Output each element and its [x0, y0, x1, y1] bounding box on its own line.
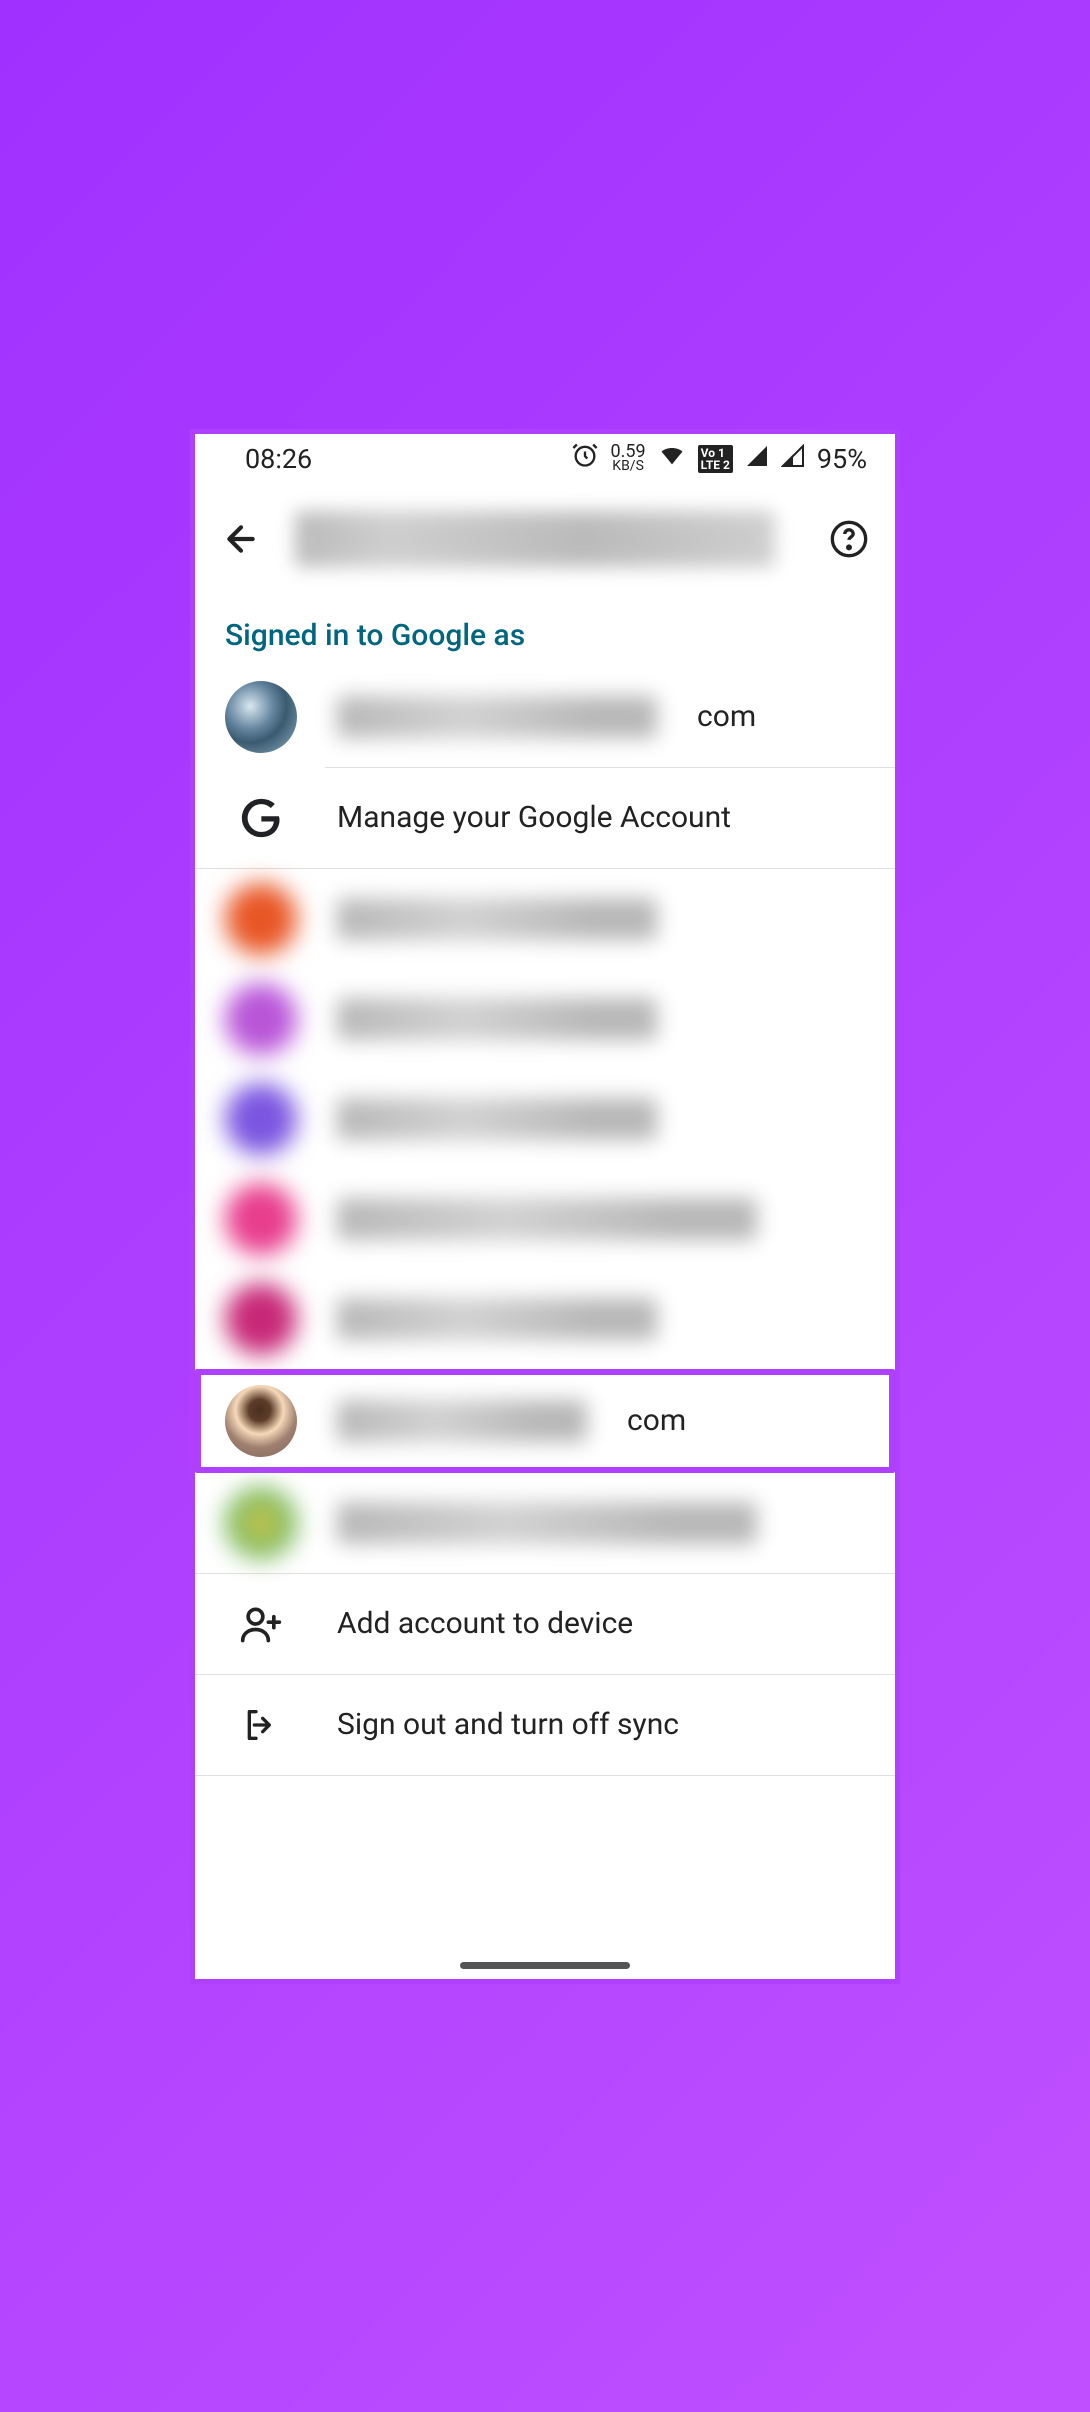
account-row[interactable]: [195, 1169, 895, 1269]
account-row[interactable]: [195, 1269, 895, 1369]
net-speed-indicator: 0.59 KB/S: [611, 444, 646, 473]
phone-frame: 08:26 0.59 KB/S Vo 1LTE 2 95%: [190, 429, 900, 1984]
signed-in-label: Signed in to Google as: [195, 594, 895, 667]
back-button[interactable]: [219, 517, 263, 561]
account-email-redacted: [337, 1198, 757, 1240]
signal-icon-2: [781, 443, 805, 475]
signal-icon: [745, 443, 769, 475]
account-email-redacted: [337, 898, 657, 940]
app-bar: [195, 484, 895, 594]
add-account-icon: [225, 1588, 297, 1660]
highlighted-avatar: [225, 1385, 297, 1457]
sign-out-icon: [225, 1689, 297, 1761]
google-icon: [225, 782, 297, 854]
avatar: [225, 1283, 297, 1355]
status-bar: 08:26 0.59 KB/S Vo 1LTE 2 95%: [195, 434, 895, 484]
battery-percent: 95%: [817, 443, 867, 475]
account-row[interactable]: [195, 869, 895, 969]
wifi-icon: [658, 441, 686, 476]
account-row[interactable]: [195, 1473, 895, 1573]
primary-account-row[interactable]: com: [195, 667, 895, 767]
sign-out-row[interactable]: Sign out and turn off sync: [195, 1675, 895, 1775]
primary-email-redacted: [337, 696, 657, 738]
appbar-title-redacted: [295, 511, 775, 567]
primary-avatar: [225, 681, 297, 753]
avatar: [225, 983, 297, 1055]
account-row[interactable]: [195, 969, 895, 1069]
highlighted-account-row[interactable]: com: [195, 1369, 895, 1473]
add-account-label: Add account to device: [337, 1606, 633, 1641]
account-email-redacted: [337, 1298, 657, 1340]
highlighted-email-redacted: [337, 1400, 587, 1442]
avatar: [225, 1183, 297, 1255]
account-row[interactable]: [195, 1069, 895, 1169]
account-email-redacted: [337, 1098, 657, 1140]
manage-google-account-label: Manage your Google Account: [337, 800, 731, 835]
alarm-icon: [571, 441, 599, 476]
add-account-row[interactable]: Add account to device: [195, 1574, 895, 1674]
account-email-redacted: [337, 1502, 757, 1544]
home-indicator[interactable]: [460, 1962, 630, 1969]
highlighted-email-suffix: com: [627, 1403, 686, 1438]
primary-email-suffix: com: [697, 699, 756, 734]
account-email-redacted: [337, 998, 657, 1040]
status-time: 08:26: [245, 443, 312, 475]
avatar: [225, 1083, 297, 1155]
avatar: [225, 883, 297, 955]
manage-google-account-row[interactable]: Manage your Google Account: [195, 768, 895, 868]
help-button[interactable]: [827, 517, 871, 561]
lte-indicator: Vo 1LTE 2: [698, 445, 733, 473]
sign-out-label: Sign out and turn off sync: [337, 1707, 679, 1742]
avatar: [225, 1487, 297, 1559]
